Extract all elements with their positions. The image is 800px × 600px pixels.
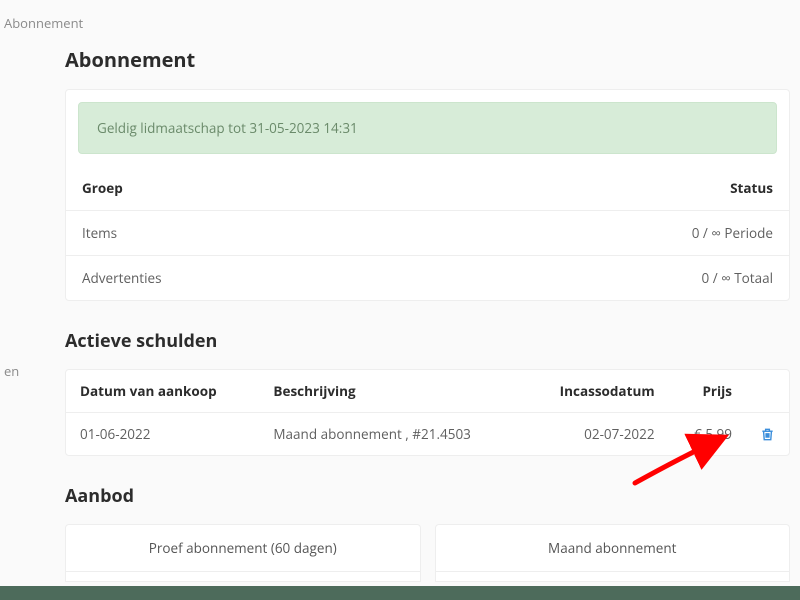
debt-desc: Maand abonnement , #21.4503 [259, 413, 524, 456]
sidebar: Abonnement en [0, 0, 55, 600]
debts-header-date: Datum van aankoop [66, 370, 259, 413]
offer-trial[interactable]: Proef abonnement (60 dagen) [65, 524, 421, 582]
debts-header-actions [746, 370, 789, 413]
table-row: 01-06-2022 Maand abonnement , #21.4503 0… [66, 413, 789, 456]
offer-label: Proef abonnement (60 dagen) [65, 524, 421, 572]
debt-price: € 5,99 [669, 413, 746, 456]
offer-month[interactable]: Maand abonnement [435, 524, 791, 582]
table-row: Advertenties 0 / ∞ Totaal [66, 256, 789, 301]
debts-card: Datum van aankoop Beschrijving Incassoda… [65, 369, 790, 456]
main-content: Abonnement Geldig lidmaatschap tot 31-05… [55, 0, 800, 582]
offers-row: Proef abonnement (60 dagen) Maand abonne… [65, 524, 790, 582]
trash-icon[interactable] [760, 427, 775, 443]
offer-label: Maand abonnement [435, 524, 791, 572]
sidebar-item-abonnement[interactable]: Abonnement [0, 0, 55, 46]
debts-header-desc: Beschrijving [259, 370, 524, 413]
group-header-group: Groep [66, 166, 425, 211]
membership-card: Geldig lidmaatschap tot 31-05-2023 14:31… [65, 89, 790, 301]
offer-body [65, 572, 421, 582]
debt-date: 01-06-2022 [66, 413, 259, 456]
status-cell: 0 / ∞ Totaal [425, 256, 789, 301]
group-cell: Advertenties [66, 256, 425, 301]
debts-header-incasso: Incassodatum [524, 370, 668, 413]
group-cell: Items [66, 211, 425, 256]
group-table: Groep Status Items 0 / ∞ Periode Adverte… [66, 166, 789, 300]
table-row: Items 0 / ∞ Periode [66, 211, 789, 256]
status-cell: 0 / ∞ Periode [425, 211, 789, 256]
offer-body [435, 572, 791, 582]
debts-header-price: Prijs [669, 370, 746, 413]
bottom-bar [0, 586, 800, 600]
debts-table: Datum van aankoop Beschrijving Incassoda… [66, 370, 789, 455]
debts-title: Actieve schulden [65, 329, 790, 353]
page-title: Abonnement [65, 46, 790, 73]
debt-incasso: 02-07-2022 [524, 413, 668, 456]
sidebar-item-truncated[interactable]: en [0, 348, 55, 394]
sidebar-item-label: en [4, 362, 19, 380]
membership-notice: Geldig lidmaatschap tot 31-05-2023 14:31 [78, 102, 777, 154]
group-header-status: Status [425, 166, 789, 211]
sidebar-item-label: Abonnement [4, 14, 83, 32]
offers-title: Aanbod [65, 484, 790, 508]
